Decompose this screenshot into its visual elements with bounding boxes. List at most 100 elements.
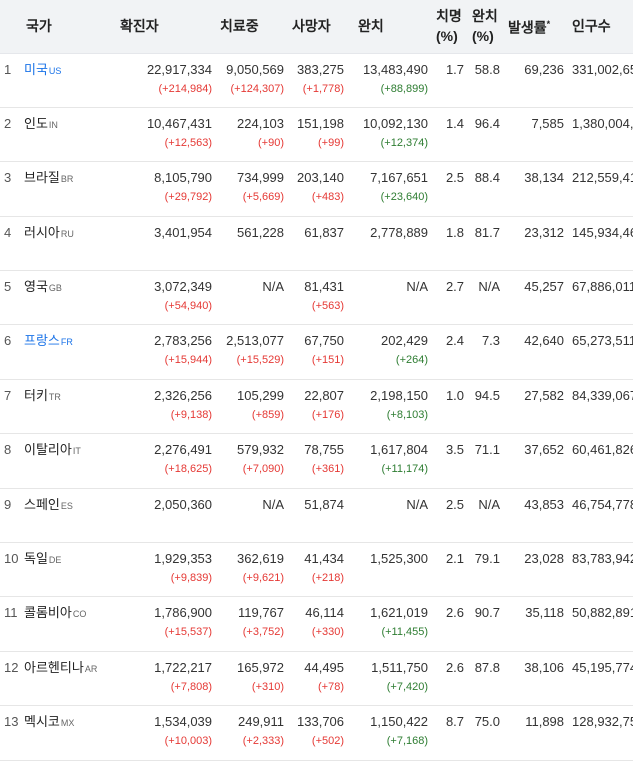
country-cell: 프랑스FR — [22, 325, 110, 379]
population-value: 128,932,753 — [572, 714, 633, 730]
table-row[interactable]: 6 프랑스FR 2,783,256 (+15,944) 2,513,077 (+15,52… — [0, 325, 633, 380]
deaths-delta: (+218) — [311, 572, 345, 585]
header-population[interactable]: 인구수 — [568, 0, 633, 54]
rank-cell: 8 — [0, 434, 22, 488]
table-row[interactable]: 1 미국US 22,917,334 (+214,984) 9,050,569 (+124,… — [0, 53, 633, 108]
recovered-value: 7,167,651 — [370, 170, 429, 186]
recovery-rate-cell: 79.1 — [468, 543, 504, 597]
treating-delta: (+2,333) — [242, 735, 285, 748]
country-code: AR — [84, 663, 98, 674]
deaths-cell: 67,750 (+151) — [288, 325, 348, 379]
population-cell: 65,273,511 — [568, 325, 633, 379]
population-value: 46,754,778 — [572, 496, 633, 512]
recovered-cell: 1,621,019 (+11,455) — [348, 597, 432, 651]
recovered-cell: 2,778,889 — [348, 216, 432, 270]
deaths-cell: 61,837 — [288, 216, 348, 270]
population-cell: 84,339,067 — [568, 379, 633, 433]
recovered-value: 2,778,889 — [370, 224, 429, 240]
treating-cell: 249,911 (+2,333) — [216, 706, 288, 760]
recovered-cell: 1,525,300 — [348, 543, 432, 597]
confirmed-cell: 22,917,334 (+214,984) — [110, 53, 216, 107]
header-fatality[interactable]: 치명 (%) — [432, 0, 469, 54]
recovered-value: 1,621,019 — [370, 605, 429, 621]
recovered-cell: 2,198,150 (+8,103) — [348, 379, 432, 433]
recovery-rate-value: 87.8 — [474, 659, 501, 675]
country-name: 러시아 — [24, 224, 60, 240]
recovery-rate-cell: 71.1 — [468, 434, 504, 488]
confirmed-delta: (+18,625) — [164, 463, 213, 476]
deaths-delta: (+502) — [311, 735, 345, 748]
deaths-cell: 203,140 (+483) — [288, 162, 348, 216]
recovery-rate-cell: N/A — [468, 271, 504, 325]
fatality-value: 2.5 — [445, 496, 465, 512]
incidence-value: 38,106 — [524, 659, 565, 675]
treating-delta: (+90) — [258, 136, 285, 149]
table-body: 1 미국US 22,917,334 (+214,984) 9,050,569 (+124,… — [0, 53, 633, 761]
incidence-value: 23,312 — [524, 224, 565, 240]
treating-value: 105,299 — [237, 387, 285, 403]
treating-cell: 579,932 (+7,090) — [216, 434, 288, 488]
treating-delta: (+310) — [251, 680, 285, 693]
table-row[interactable]: 2 인도IN 10,467,431 (+12,563) 224,103 (+90) 151,… — [0, 107, 633, 162]
header-recovered[interactable]: 완치 — [348, 0, 433, 54]
recovered-value: 1,617,804 — [370, 442, 429, 458]
fatality-value: 2.6 — [445, 659, 465, 675]
treating-value: 9,050,569 — [226, 61, 285, 77]
header-incidence-label: 발생률 — [508, 20, 547, 37]
header-recovery-rate-unit: (%) — [472, 28, 494, 45]
country-cell: 멕시코MX — [22, 706, 110, 760]
table-row[interactable]: 11 콜롬비아CO 1,786,900 (+15,537) 119,767 (+3,752… — [0, 597, 633, 652]
population-value: 1,380,004,385 — [572, 115, 633, 131]
deaths-value: 67,750 — [304, 333, 345, 349]
country-code: US — [48, 65, 62, 76]
table-row[interactable]: 5 영국GB 3,072,349 (+54,940) N/A 81,431 (+563) N/… — [0, 271, 633, 325]
rank-cell: 3 — [0, 162, 22, 216]
fatality-cell: 1.4 — [432, 107, 468, 161]
confirmed-value: 2,326,256 — [154, 387, 213, 403]
incidence-cell: 37,652 — [504, 434, 568, 488]
table-row[interactable]: 8 이탈리아IT 2,276,491 (+18,625) 579,932 (+7,090)… — [0, 434, 633, 489]
treating-cell: 224,103 (+90) — [216, 107, 288, 161]
table-row[interactable]: 4 러시아RU 3,401,954 561,228 61,837 2,778,889 1.8… — [0, 216, 633, 271]
recovered-delta: (+7,420) — [386, 680, 429, 693]
incidence-value: 37,652 — [524, 442, 565, 458]
recovered-cell: 7,167,651 (+23,640) — [348, 162, 432, 216]
header-incidence[interactable]: 발생률* — [504, 0, 569, 54]
country-name[interactable]: 미국 — [24, 62, 48, 77]
header-deaths[interactable]: 사망자 — [288, 0, 349, 54]
fatality-value: 2.7 — [445, 279, 465, 295]
table-row[interactable]: 10 독일DE 1,929,353 (+9,839) 362,619 (+9,621) 41… — [0, 543, 633, 597]
treating-delta: (+5,669) — [242, 191, 285, 204]
rank-number: 10 — [4, 551, 19, 567]
deaths-cell: 78,755 (+361) — [288, 434, 348, 488]
fatality-value: 2.1 — [445, 551, 465, 567]
incidence-cell: 45,257 — [504, 271, 568, 325]
treating-value: 561,228 — [237, 224, 285, 240]
confirmed-delta: (+9,138) — [170, 408, 213, 421]
country-cell: 터키TR — [22, 379, 110, 433]
treating-cell: 165,972 (+310) — [216, 651, 288, 705]
table-row[interactable]: 13 멕시코MX 1,534,039 (+10,003) 249,911 (+2,333)… — [0, 706, 633, 761]
header-treating[interactable]: 치료중 — [216, 0, 289, 54]
table-row[interactable]: 7 터키TR 2,326,256 (+9,138) 105,299 (+859) 22,80… — [0, 379, 633, 434]
fatality-cell: 2.7 — [432, 271, 468, 325]
rank-cell: 5 — [0, 271, 22, 325]
rank-number: 9 — [4, 496, 12, 512]
country-code: ES — [60, 500, 73, 511]
table-row[interactable]: 12 아르헨티나AR 1,722,217 (+7,808) 165,972 (+310) 4… — [0, 651, 633, 706]
rank-cell: 11 — [0, 597, 22, 651]
country-code: GB — [48, 283, 62, 294]
incidence-cell: 38,134 — [504, 162, 568, 216]
fatality-value: 1.8 — [445, 224, 465, 240]
header-confirmed[interactable]: 확진자 — [110, 0, 217, 54]
confirmed-value: 2,276,491 — [154, 442, 213, 458]
header-country[interactable]: 국가 — [0, 0, 111, 54]
table-row[interactable]: 9 스페인ES 2,050,360 N/A 51,874 N/A 2.5 N/A 43,853 4… — [0, 488, 633, 543]
country-name[interactable]: 프랑스 — [24, 333, 60, 348]
deaths-value: 22,807 — [304, 387, 345, 403]
table-row[interactable]: 3 브라질BR 8,105,790 (+29,792) 734,999 (+5,669) 2… — [0, 162, 633, 217]
confirmed-value: 1,534,039 — [154, 714, 213, 730]
recovered-value: 1,525,300 — [370, 551, 429, 567]
deaths-delta: (+176) — [311, 408, 345, 421]
header-recovery-rate[interactable]: 완치 (%) — [468, 0, 505, 54]
